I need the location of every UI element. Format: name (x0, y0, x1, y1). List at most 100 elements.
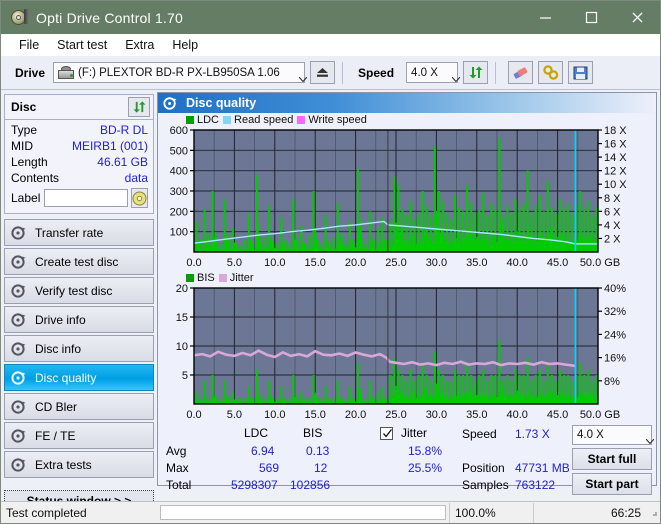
disc-gear-icon (11, 254, 27, 269)
svg-text:5.0: 5.0 (227, 257, 242, 269)
sidebar-item-label: Verify test disc (35, 283, 113, 298)
disc-row-mid: MID MEIRB1 (001) (11, 138, 148, 154)
speed-select[interactable]: 4.0 X (406, 62, 461, 83)
disc-info-rows: Type BD-R DL MID MEIRB1 (001) Length 46.… (5, 120, 153, 213)
close-icon[interactable] (614, 1, 660, 34)
result-speed-value: 4.0 X (577, 429, 604, 441)
sidebar-item-label: FE / TE (35, 428, 76, 443)
content-area: Disc quality LDC Read speed Write speed (157, 90, 660, 495)
drive-select-value: (F:) PLEXTOR BD-R PX-LB950SA 1.06 (78, 66, 280, 79)
erase-button[interactable] (508, 61, 534, 84)
disc-row-length-key: Length (11, 155, 48, 169)
stats-total-bis: 102856 (290, 478, 331, 492)
disc-gear-icon (11, 225, 27, 240)
start-full-button[interactable]: Start full (572, 448, 652, 470)
drive-icon (58, 65, 75, 80)
bis-jitter-chart-svg: 5 10 15 20 8% 16% 24% 32% 40% 0.0 5.0 10.0 15.0 20.0 2… (176, 284, 626, 421)
app-disc-icon (10, 8, 29, 27)
disc-gear-icon (11, 283, 27, 298)
svg-text:8%: 8% (604, 376, 620, 388)
disc-row-type-key: Type (11, 123, 38, 137)
stats-max-jitter: 25.5% (408, 461, 443, 475)
menu-start-test[interactable]: Start test (48, 36, 116, 54)
status-bar: Test completed 100.0% 66:25 (1, 501, 660, 523)
svg-text:45.0: 45.0 (547, 257, 568, 269)
svg-text:24%: 24% (604, 329, 626, 341)
main-body: Disc Type BD-R DL MID MEIRB1 (001) Lengt… (1, 90, 660, 511)
sidebar-item-cd-bler[interactable]: CD Bler (4, 393, 154, 420)
disc-row-type-value: BD-R DL (99, 123, 148, 137)
svg-text:0.0: 0.0 (186, 257, 201, 269)
svg-text:25.0: 25.0 (385, 409, 406, 421)
sidebar-item-verify-test-disc[interactable]: Verify test disc (4, 277, 154, 304)
nav-list: Transfer rate Create test disc Verify te… (4, 219, 154, 478)
disc-label-input[interactable] (44, 189, 129, 207)
disc-row-mid-value: MEIRB1 (001) (71, 139, 148, 153)
refresh-button[interactable] (463, 61, 489, 84)
sidebar-item-drive-info[interactable]: Drive info (4, 306, 154, 333)
legend-top-chart: LDC Read speed Write speed (158, 113, 656, 126)
sidebar-item-label: Disc info (35, 341, 82, 356)
jitter-checkbox[interactable] (380, 427, 393, 440)
disc-gear-icon (163, 96, 179, 111)
sidebar-item-label: Create test disc (35, 254, 119, 269)
disc-refresh-button[interactable] (128, 97, 150, 117)
stats-max-ldc: 569 (259, 461, 280, 475)
resize-grip-icon[interactable] (646, 505, 660, 520)
sidebar-item-create-test-disc[interactable]: Create test disc (4, 248, 154, 275)
svg-text:18 X: 18 X (604, 126, 627, 137)
disc-gear-icon (11, 428, 27, 443)
legend-item-jitter: Jitter (218, 272, 254, 284)
svg-text:30.0: 30.0 (426, 257, 447, 269)
result-speed-select[interactable]: 4.0 X (572, 425, 655, 445)
progress-bar (157, 503, 449, 523)
legend-swatch-ldc (186, 115, 194, 124)
start-part-button[interactable]: Start part (572, 473, 652, 495)
save-button[interactable] (568, 61, 594, 84)
minimize-icon[interactable] (522, 1, 568, 34)
stats-header-ldc: LDC (244, 426, 269, 440)
legend-label-write-speed: Write speed (308, 113, 367, 126)
eject-button[interactable] (310, 61, 336, 84)
maximize-icon[interactable] (568, 1, 614, 34)
legend-item-bis: BIS (186, 272, 215, 284)
menu-bar: File Start test Extra Help (1, 34, 660, 56)
svg-text:12 X: 12 X (604, 166, 627, 178)
legend-item-write-speed: Write speed (297, 114, 367, 126)
svg-text:200: 200 (170, 206, 188, 218)
disc-label-key: Label (11, 191, 41, 205)
svg-text:30.0: 30.0 (426, 409, 447, 421)
disc-row-contents: Contents data (11, 170, 148, 186)
sidebar-item-transfer-rate[interactable]: Transfer rate (4, 219, 154, 246)
svg-text:600: 600 (170, 126, 188, 137)
menu-extra[interactable]: Extra (116, 36, 163, 54)
disc-group-header: Disc (5, 95, 153, 120)
samples-stat-key: Samples (462, 478, 509, 492)
stats-avg-ldc: 6.94 (251, 444, 275, 458)
application-window: Opti Drive Control 1.70 File Start test … (0, 0, 661, 524)
sidebar-item-disc-quality[interactable]: Disc quality (4, 364, 154, 391)
legend-swatch-read-speed (223, 115, 232, 124)
tools-button[interactable] (538, 61, 564, 84)
drive-select[interactable]: (F:) PLEXTOR BD-R PX-LB950SA 1.06 (53, 62, 308, 83)
sidebar-item-extra-tests[interactable]: Extra tests (4, 451, 154, 478)
svg-text:15.0: 15.0 (304, 257, 325, 269)
svg-text:10.0: 10.0 (264, 257, 285, 269)
svg-text:20: 20 (176, 284, 188, 295)
disc-gear-icon (11, 399, 27, 414)
disc-icon-button[interactable] (131, 188, 149, 208)
sidebar-item-disc-info[interactable]: Disc info (4, 335, 154, 362)
panel-title: Disc quality (186, 96, 257, 110)
disc-row-contents-value: data (124, 171, 148, 185)
speed-label: Speed (358, 65, 395, 80)
svg-text:40.0: 40.0 (506, 409, 527, 421)
legend-swatch-write-speed (297, 115, 306, 124)
svg-text:4 X: 4 X (604, 220, 621, 232)
menu-help[interactable]: Help (163, 36, 207, 54)
sidebar-item-fe-te[interactable]: FE / TE (4, 422, 154, 449)
menu-file[interactable]: File (10, 36, 48, 54)
sidebar-item-label: Extra tests (35, 457, 92, 472)
position-stat-value: 47731 MB (515, 461, 570, 475)
sidebar-item-label: CD Bler (35, 399, 78, 414)
panel-header: Disc quality (158, 93, 656, 113)
